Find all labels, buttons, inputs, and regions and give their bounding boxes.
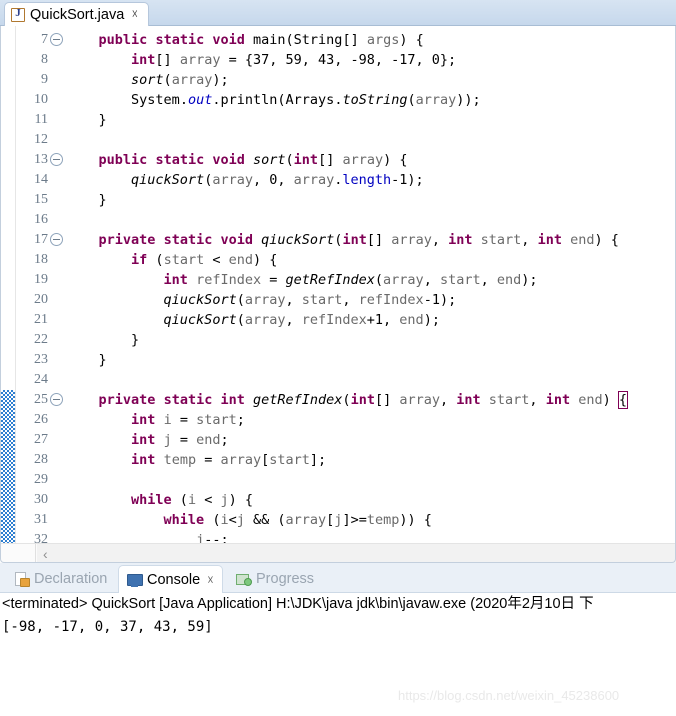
line-number: 30 xyxy=(34,492,48,507)
code-line: private static int getRefIndex(int[] arr… xyxy=(98,391,629,409)
line-number: 14 xyxy=(34,172,48,187)
line-number: 18 xyxy=(34,252,48,267)
code-line: qiuckSort(array, 0, array.length-1); xyxy=(131,172,424,188)
tab-console[interactable]: Console ☓ xyxy=(118,565,223,593)
changed-lines-marker xyxy=(1,390,15,550)
line-number: 13 xyxy=(34,152,48,167)
line-number: 7 xyxy=(41,32,48,47)
line-number: 26 xyxy=(34,412,48,427)
gutter-separator xyxy=(64,26,65,563)
code-line: System.out.println(Arrays.toString(array… xyxy=(131,92,481,108)
fold-collapse-icon[interactable] xyxy=(50,233,63,246)
fold-collapse-icon[interactable] xyxy=(50,393,63,406)
java-file-icon xyxy=(11,7,25,22)
annotation-ruler[interactable] xyxy=(0,26,16,563)
line-number: 20 xyxy=(34,292,48,307)
code-line: qiuckSort(array, refIndex+1, end); xyxy=(163,312,440,328)
line-number: 23 xyxy=(34,352,48,367)
line-number: 22 xyxy=(34,332,48,347)
line-number: 29 xyxy=(34,472,48,487)
code-line: } xyxy=(66,112,107,128)
scroll-left-arrow-icon[interactable]: ‹ xyxy=(43,546,48,562)
console-output-text: [-98, -17, 0, 37, 43, 59] xyxy=(2,619,213,635)
line-number: 27 xyxy=(34,432,48,447)
line-number: 15 xyxy=(34,192,48,207)
code-line: } xyxy=(66,192,107,208)
line-number: 25 xyxy=(34,392,48,407)
declaration-icon xyxy=(14,572,30,587)
line-number: 19 xyxy=(34,272,48,287)
view-tab-bar: Declaration Console ☓ Progress xyxy=(0,563,676,593)
line-number: 8 xyxy=(41,52,48,67)
tab-progress[interactable]: Progress xyxy=(228,565,322,593)
scrollbar-track[interactable] xyxy=(37,544,676,563)
code-line: qiuckSort(array, start, refIndex-1); xyxy=(163,292,457,308)
editor-tab-strip: QuickSort.java ☓ xyxy=(0,0,676,26)
watermark-text: https://blog.csdn.net/weixin_45238600 xyxy=(398,688,620,703)
code-line: if (start < end) { xyxy=(131,252,278,268)
code-line: int temp = array[start]; xyxy=(131,452,327,468)
fold-collapse-icon[interactable] xyxy=(50,153,63,166)
fold-collapse-icon[interactable] xyxy=(50,33,63,46)
code-line: } xyxy=(66,332,140,348)
line-number: 17 xyxy=(34,232,48,247)
line-number: 31 xyxy=(34,512,48,527)
code-line: while (i<j && (array[j]>=temp)) { xyxy=(163,512,432,528)
line-number: 9 xyxy=(41,72,48,87)
line-number: 28 xyxy=(34,452,48,467)
code-line: int i = start; xyxy=(131,412,245,428)
code-line: private static void qiuckSort(int[] arra… xyxy=(98,232,619,248)
eclipse-window: QuickSort.java ☓ 7 8 9 10 11 12 13 14 15 16 17 18 19… xyxy=(0,0,676,716)
code-text-area[interactable]: public static void main(String[] args) {… xyxy=(66,26,676,563)
line-number: 11 xyxy=(34,112,48,127)
editor-tab-quicksort[interactable]: QuickSort.java ☓ xyxy=(4,2,150,26)
code-editor[interactable]: 7 8 9 10 11 12 13 14 15 16 17 18 19 20 21 22 23 24 25 26 27 2… xyxy=(0,26,676,563)
tab-progress-label: Progress xyxy=(256,571,315,587)
code-line: public static void sort(int[] array) { xyxy=(98,152,408,168)
progress-icon xyxy=(236,572,252,586)
line-number: 10 xyxy=(34,92,48,107)
code-line: int refIndex = getRefIndex(array, start,… xyxy=(163,272,538,288)
tab-console-label: Console xyxy=(147,571,201,588)
console-launch-header: <terminated> QuickSort [Java Application… xyxy=(2,596,594,612)
line-number: 12 xyxy=(34,132,48,147)
editor-horizontal-scrollbar[interactable]: ‹ xyxy=(0,543,676,563)
scrollbar-corner xyxy=(0,544,36,563)
editor-tab-label: QuickSort.java xyxy=(30,6,125,23)
line-number-gutter[interactable]: 7 8 9 10 11 12 13 14 15 16 17 18 19 20 21 22 23 24 25 26 27 2… xyxy=(16,26,64,563)
close-icon[interactable]: ☓ xyxy=(129,8,140,20)
code-line: } xyxy=(66,352,107,368)
code-line: int[] array = {37, 59, 43, -98, -17, 0}; xyxy=(131,52,457,68)
line-number: 21 xyxy=(34,312,48,327)
console-icon xyxy=(127,573,143,587)
tab-declaration[interactable]: Declaration xyxy=(6,565,115,593)
code-line: public static void main(String[] args) { xyxy=(98,32,424,48)
code-line: int j = end; xyxy=(131,432,229,448)
close-icon[interactable]: ☓ xyxy=(207,573,213,587)
code-line: sort(array); xyxy=(131,72,229,88)
code-line: while (i < j) { xyxy=(131,492,253,508)
line-number: 24 xyxy=(34,372,48,387)
tab-declaration-label: Declaration xyxy=(34,571,108,587)
line-number: 16 xyxy=(34,212,48,227)
